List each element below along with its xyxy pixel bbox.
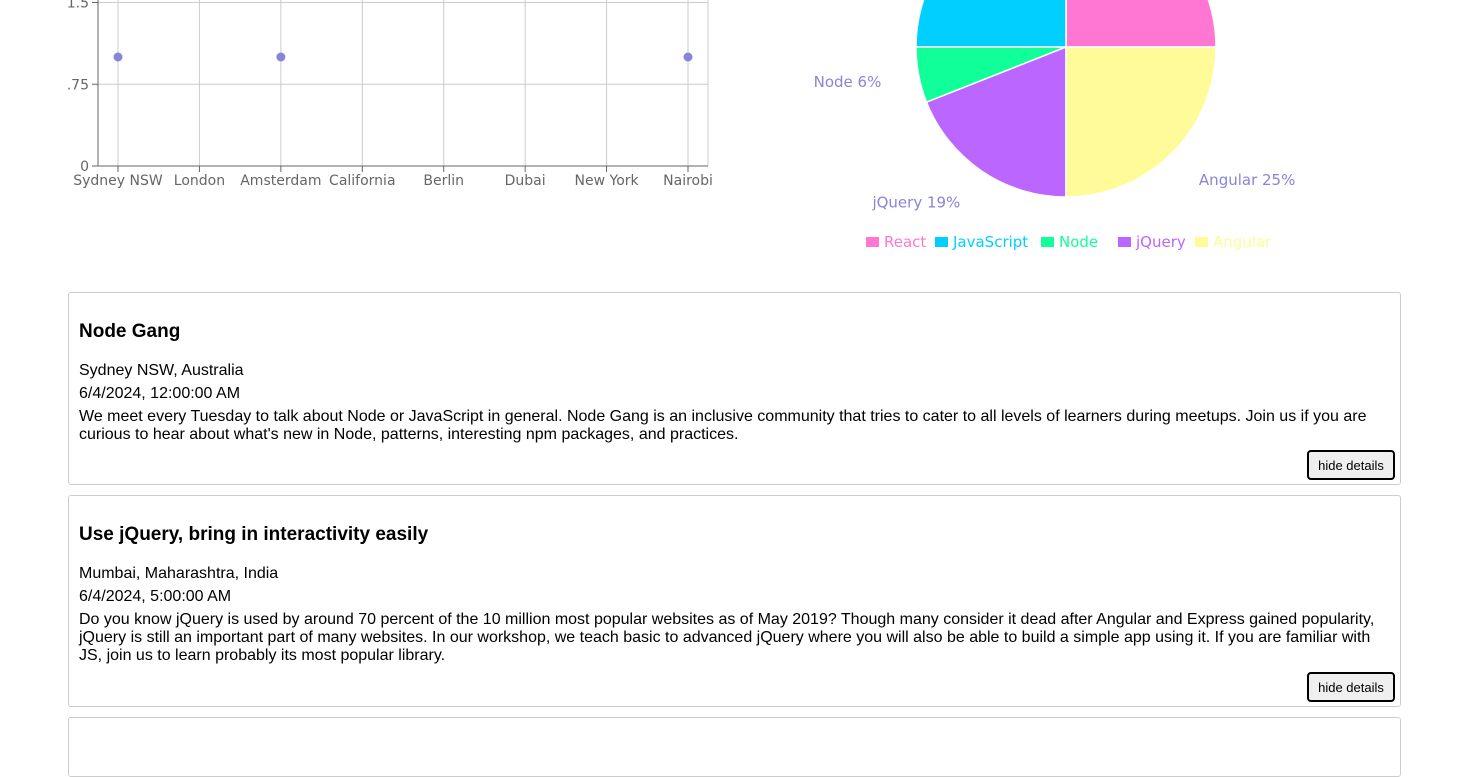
pie-chart: Node 6% jQuery 19% Angular 25% React JavaScr…	[814, 0, 1295, 251]
x-tick-label: Amsterdam	[240, 173, 321, 189]
event-description: Do you know jQuery is used by around 70 …	[79, 611, 1375, 664]
hide-details-button[interactable]: hide details	[1307, 450, 1395, 480]
x-tick-label: Berlin	[423, 173, 464, 189]
legend-swatch	[866, 237, 879, 247]
scatter-point	[683, 52, 693, 62]
x-tick-label: New York	[575, 173, 640, 189]
event-date: 6/4/2024, 12:00:00 AM	[79, 385, 241, 402]
event-title: Node Gang	[79, 321, 181, 342]
legend-label: Node	[1059, 233, 1098, 251]
charts-area: 0.751.5Sydney NSW London Amsterdam Californ…	[67, 0, 1295, 251]
legend-label: Angular	[1213, 233, 1272, 251]
pie-label: Node 6%	[814, 73, 882, 91]
y-tick-label: .75	[67, 77, 89, 93]
pie-slice	[1065, 46, 1217, 198]
event-card: Node Gang Sydney NSW, Australia 6/4/2024…	[68, 292, 1401, 485]
event-location: Mumbai, Maharashtra, India	[79, 565, 279, 582]
legend-label: React	[884, 233, 926, 251]
event-date: 6/4/2024, 5:00:00 AM	[79, 588, 232, 605]
pie-slice	[1065, 0, 1217, 48]
event-title: Use jQuery, bring in interactivity easil…	[79, 524, 429, 545]
x-tick-label: Sydney NSW	[73, 173, 163, 189]
scatter-point	[113, 52, 123, 62]
event-description: We meet every Tuesday to talk about Node…	[79, 408, 1367, 443]
y-tick-label: 1.5	[67, 0, 89, 12]
x-tick-label: London	[174, 173, 225, 189]
legend-swatch	[1118, 237, 1131, 247]
legend-swatch	[1195, 237, 1208, 247]
x-tick-label: Dubai	[505, 173, 546, 189]
pie-slice	[915, 0, 1067, 48]
scatter-chart: 0.751.5Sydney NSW London Amsterdam Californ…	[67, 0, 713, 189]
event-card	[68, 717, 1401, 777]
x-tick-label: Nairobi	[663, 173, 713, 189]
legend-label: JavaScript	[952, 233, 1028, 251]
legend-swatch	[935, 237, 948, 247]
legend-swatch	[1041, 237, 1054, 247]
pie-label: jQuery 19%	[871, 193, 960, 211]
scatter-point	[276, 52, 286, 62]
event-card: Use jQuery, bring in interactivity easil…	[68, 495, 1401, 707]
x-tick-label: California	[329, 173, 395, 189]
legend-label: jQuery	[1135, 233, 1186, 251]
pie-label: Angular 25%	[1199, 171, 1295, 189]
hide-details-button[interactable]: hide details	[1307, 672, 1395, 702]
event-location: Sydney NSW, Australia	[79, 362, 244, 379]
